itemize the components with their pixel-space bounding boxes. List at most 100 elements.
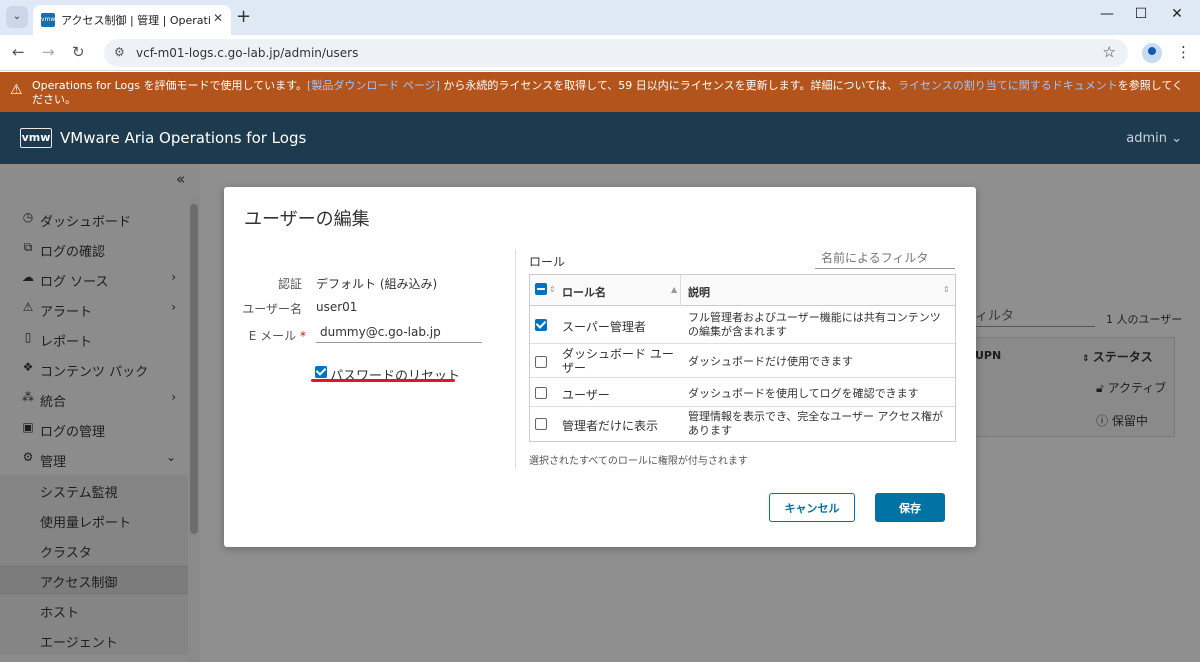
browser-tab-bar: ⌄ vmw アクセス制御 | 管理 | Operations ✕ + — ☐ ✕	[0, 0, 1200, 35]
forward-icon[interactable]: →	[42, 43, 55, 61]
sidebar-item-management[interactable]: ⚙ 管理 ⌄	[0, 444, 188, 474]
browser-menu-icon[interactable]: ⋮	[1176, 43, 1191, 61]
sidebar-subitem-label: エージェント	[40, 636, 118, 651]
site-info-icon[interactable]: ⚙	[114, 45, 125, 59]
username-label: ユーザー名	[242, 302, 302, 316]
sort-asc-icon[interactable]: ▲	[671, 285, 677, 294]
role-checkbox[interactable]	[535, 356, 547, 368]
tab-title: アクセス制御 | 管理 | Operations	[61, 14, 211, 27]
unlock-icon: 🔓︎	[1096, 381, 1108, 395]
sidebar-subitem-hosts[interactable]: ホスト	[0, 595, 188, 625]
minimize-icon[interactable]: —	[1092, 6, 1122, 22]
maximize-icon[interactable]: ☐	[1126, 6, 1156, 22]
chevron-right-icon: ›	[171, 390, 176, 404]
user-menu[interactable]: admin ⌄	[1126, 131, 1182, 146]
user-count: 1 人のユーザー	[1106, 313, 1183, 326]
chevron-down-icon: ⌄	[165, 450, 176, 464]
chevron-right-icon: ›	[171, 270, 176, 284]
role-row[interactable]: 管理者だけに表示 管理情報を表示でき、完全なユーザー アクセス権があります	[530, 408, 955, 441]
sidebar-subitem-cluster[interactable]: クラスタ	[0, 535, 188, 565]
upn-column-header[interactable]: UPN	[975, 349, 1001, 362]
role-name: ユーザー	[562, 388, 610, 402]
email-label-text: E メール	[248, 329, 297, 343]
sidebar-item-content-packs[interactable]: ❖ コンテンツ パック	[0, 354, 188, 384]
sidebar-subitem-label: クラスタ	[40, 546, 92, 561]
role-checkbox[interactable]	[535, 319, 547, 331]
chevron-down-icon: ⌄	[1166, 131, 1182, 146]
role-description: ダッシュボードだけ使用できます	[688, 355, 853, 368]
question-icon: ⓘ	[1096, 414, 1112, 428]
section-divider	[515, 249, 516, 469]
roles-section-title: ロール	[529, 255, 566, 269]
cancel-button[interactable]: キャンセル	[769, 493, 855, 522]
description-column-header[interactable]: 説明	[688, 284, 710, 300]
status-active: 🔓︎ アクティブ	[1096, 379, 1166, 396]
sidebar-item-reports[interactable]: ▯ レポート	[0, 324, 188, 354]
sidebar: « ◷ ダッシュボード ⧉ ログの確認 ☁ ログ ソース › ⚠ アラート › …	[0, 164, 200, 662]
role-checkbox[interactable]	[535, 418, 547, 430]
download-page-link[interactable]: [製品ダウンロード ページ]	[307, 79, 440, 92]
banner-text-pre: Operations for Logs を評価モードで使用しています。	[32, 79, 308, 92]
vmware-favicon-icon: vmw	[41, 13, 55, 27]
role-description: ダッシュボードを使用してログを確認できます	[688, 387, 919, 400]
role-row[interactable]: スーパー管理者 フル管理者およびユーザー機能には共有コンテンツの編集が含まれます	[530, 307, 955, 344]
profile-avatar-icon[interactable]	[1142, 43, 1162, 63]
app-header: vmw VMware Aria Operations for Logs admi…	[0, 112, 1200, 164]
warning-icon: ⚠	[10, 82, 23, 98]
save-button[interactable]: 保存	[875, 493, 945, 522]
email-field[interactable]	[316, 321, 482, 343]
role-description: フル管理者およびユーザー機能には共有コンテンツの編集が含まれます	[688, 311, 941, 338]
close-tab-icon[interactable]: ✕	[213, 11, 223, 25]
browser-tab[interactable]: vmw アクセス制御 | 管理 | Operations ✕	[33, 5, 231, 35]
sidebar-item-label: レポート	[40, 335, 93, 350]
auth-value: デフォルト (組み込み)	[316, 277, 438, 291]
sidebar-item-explore-logs[interactable]: ⧉ ログの確認	[0, 234, 188, 264]
role-name: 管理者だけに表示	[562, 419, 659, 433]
sidebar-subitem-access-control[interactable]: アクセス制御	[0, 565, 188, 595]
url-text[interactable]: vcf-m01-logs.c.go-lab.jp/admin/users	[136, 46, 358, 60]
sidebar-item-integration[interactable]: ⁂ 統合 ›	[0, 384, 188, 414]
sidebar-subitem-agents[interactable]: エージェント	[0, 625, 188, 655]
role-row[interactable]: ユーザー ダッシュボードを使用してログを確認できます	[530, 379, 955, 407]
close-window-icon[interactable]: ✕	[1162, 6, 1192, 22]
select-all-checkbox[interactable]	[535, 283, 547, 295]
sidebar-scrollbar[interactable]	[188, 194, 200, 662]
address-bar: ← → ↻ ⚙ vcf-m01-logs.c.go-lab.jp/admin/u…	[0, 35, 1200, 71]
roles-table: ⇕ ロール名 ▲ 説明 ⇕ スーパー管理者 フル管理者およびユーザー機能には共有…	[529, 274, 956, 442]
sidebar-item-log-management[interactable]: ▣ ログの管理	[0, 414, 188, 444]
annotation-underline	[311, 379, 455, 382]
sort-icon[interactable]: ⇕	[943, 285, 950, 294]
gear-icon: ⚙	[22, 450, 34, 464]
dialog-title: ユーザーの編集	[244, 209, 370, 230]
omnibox[interactable]: ⚙ vcf-m01-logs.c.go-lab.jp/admin/users ☆	[104, 39, 1128, 67]
sidebar-subitem-label: 使用量レポート	[40, 516, 132, 531]
role-name: ダッシュボード ユーザー	[562, 347, 674, 375]
scrollbar-thumb[interactable]	[190, 204, 198, 534]
sidebar-item-label: ログの管理	[40, 425, 106, 440]
cloud-icon: ☁	[22, 270, 34, 284]
evaluation-banner: ⚠ Operations for Logs を評価モードで使用しています。[製品…	[0, 72, 1200, 112]
collapse-sidebar-icon[interactable]: «	[176, 170, 185, 188]
license-doc-link[interactable]: ライセンスの割り当てに関するドキュメント	[898, 79, 1118, 92]
role-filter-input[interactable]	[815, 247, 955, 269]
auth-label: 認証	[277, 277, 302, 291]
password-reset-checkbox[interactable]	[315, 366, 327, 378]
sidebar-item-alerts[interactable]: ⚠ アラート ›	[0, 294, 188, 324]
sort-icon: ⇕	[1082, 354, 1093, 364]
sidebar-subitem-label: ホスト	[40, 606, 80, 621]
sort-icon[interactable]: ⇕	[549, 285, 556, 294]
user-filter-input[interactable]: ィルタ	[975, 305, 1095, 327]
role-checkbox[interactable]	[535, 387, 547, 399]
role-name-column-header[interactable]: ロール名	[562, 284, 606, 300]
back-icon[interactable]: ←	[12, 43, 25, 61]
role-row[interactable]: ダッシュボード ユーザー ダッシュボードだけ使用できます	[530, 345, 955, 378]
sidebar-subitem-system-monitor[interactable]: システム監視	[0, 475, 188, 505]
tab-search-button[interactable]: ⌄	[6, 6, 28, 28]
bookmark-star-icon[interactable]: ☆	[1103, 43, 1116, 61]
sidebar-subitem-usage-report[interactable]: 使用量レポート	[0, 505, 188, 535]
sidebar-item-log-sources[interactable]: ☁ ログ ソース ›	[0, 264, 188, 294]
reload-icon[interactable]: ↻	[72, 43, 85, 61]
status-column-header[interactable]: ⇕ ステータス	[1082, 348, 1153, 365]
new-tab-icon[interactable]: +	[236, 6, 251, 27]
sidebar-item-dashboard[interactable]: ◷ ダッシュボード	[0, 204, 188, 234]
